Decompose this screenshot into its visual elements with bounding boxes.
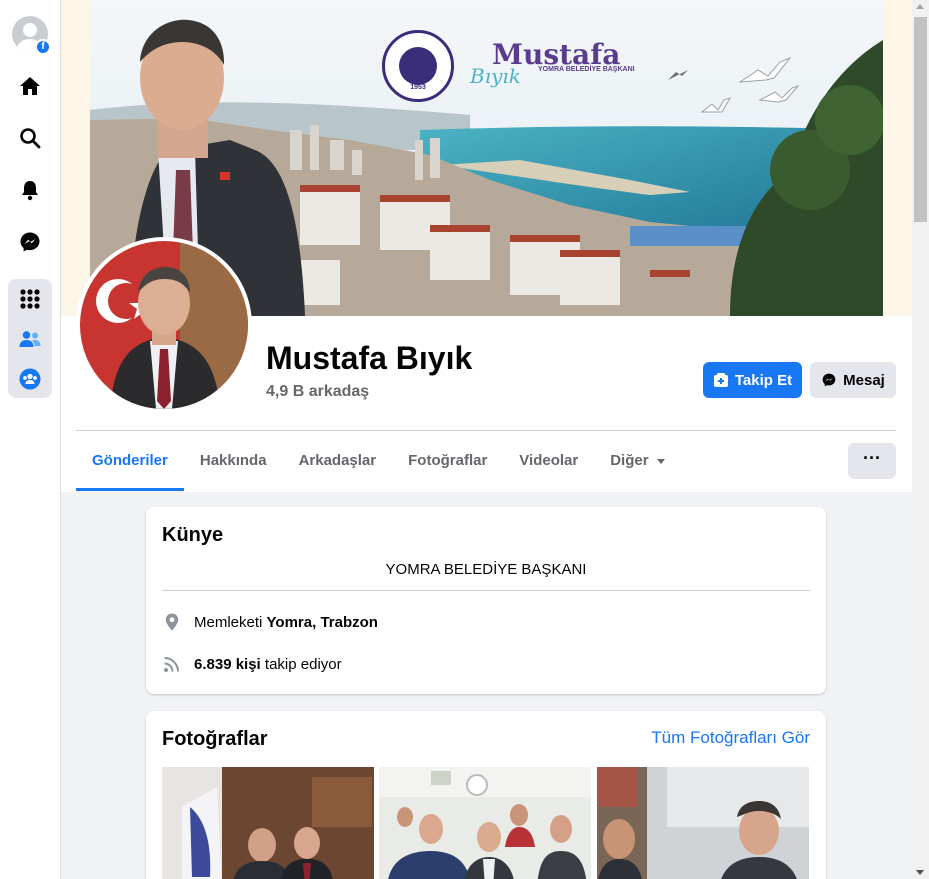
scroll-down-arrow-icon[interactable] xyxy=(916,870,924,875)
caret-down-icon xyxy=(656,458,665,464)
photo-thumbnail[interactable] xyxy=(162,767,374,879)
message-button[interactable]: Mesaj xyxy=(810,362,896,398)
hometown-row: Memleketi Yomra, Trabzon xyxy=(162,612,378,632)
followers-row: 6.839 kişi takip ediyor xyxy=(162,654,342,674)
menu-grid-icon[interactable] xyxy=(18,287,42,311)
message-button-label: Mesaj xyxy=(843,371,885,389)
messenger-icon[interactable] xyxy=(18,230,42,254)
municipality-logo: 1953 xyxy=(382,30,454,102)
follow-icon xyxy=(713,373,728,387)
intro-title: Künye xyxy=(162,524,224,546)
photos-card: Fotoğraflar Tüm Fotoğrafları Gör xyxy=(146,711,826,879)
facebook-badge-icon: f xyxy=(35,39,51,55)
profile-name: Mustafa Bıyık xyxy=(266,340,473,376)
intro-bio: YOMRA BELEDİYE BAŞKANI xyxy=(385,561,587,578)
page-scrollbar[interactable] xyxy=(912,0,929,879)
tab-photos[interactable]: Fotoğraflar xyxy=(392,431,503,491)
groups-icon[interactable] xyxy=(18,367,42,391)
search-icon[interactable] xyxy=(18,126,42,150)
scroll-up-arrow-icon[interactable] xyxy=(916,4,924,9)
profile-picture[interactable] xyxy=(76,237,252,413)
intro-divider xyxy=(162,590,810,591)
profile-photo-image xyxy=(80,241,248,409)
photo-thumbnail[interactable] xyxy=(597,767,809,879)
hometown-link[interactable]: Yomra, Trabzon xyxy=(267,614,378,631)
home-icon[interactable] xyxy=(18,74,42,98)
location-pin-icon xyxy=(165,613,179,631)
photo-thumbnail-image xyxy=(379,767,591,879)
intro-card: Künye YOMRA BELEDİYE BAŞKANI Memleketi Y… xyxy=(146,507,826,694)
photo-thumbnail-image xyxy=(162,767,374,879)
tab-videos[interactable]: Videolar xyxy=(503,431,594,491)
profile-tabs: Gönderiler Hakkında Arkadaşlar Fotoğrafl… xyxy=(76,431,681,491)
photo-thumbnail[interactable] xyxy=(379,767,591,879)
follow-button-label: Takip Et xyxy=(734,371,793,389)
tab-posts[interactable]: Gönderiler xyxy=(76,431,184,491)
friends-count[interactable]: 4,9 B arkadaş xyxy=(266,383,369,401)
photos-title: Fotoğraflar xyxy=(162,728,268,750)
bell-icon[interactable] xyxy=(18,178,42,202)
cover-script-last: Bıyık xyxy=(470,64,521,88)
tab-friends[interactable]: Arkadaşlar xyxy=(283,431,393,491)
scrollbar-thumb[interactable] xyxy=(914,17,927,222)
followers-link[interactable]: 6.839 kişi xyxy=(194,656,261,673)
see-all-photos-link[interactable]: Tüm Fotoğrafları Gör xyxy=(651,728,810,748)
tab-about[interactable]: Hakkında xyxy=(184,431,283,491)
cover-subtitle: YOMRA BELEDİYE BAŞKANI xyxy=(538,66,635,73)
follow-button[interactable]: Takip Et xyxy=(703,362,802,398)
friends-icon[interactable] xyxy=(18,327,42,351)
followers-rss-icon xyxy=(164,657,179,672)
more-options-button[interactable]: ··· xyxy=(848,443,896,479)
left-nav-rail: f xyxy=(0,0,61,879)
tab-more[interactable]: Diğer xyxy=(594,431,680,491)
photo-thumbnail-image xyxy=(597,767,809,879)
messenger-icon xyxy=(822,373,836,387)
